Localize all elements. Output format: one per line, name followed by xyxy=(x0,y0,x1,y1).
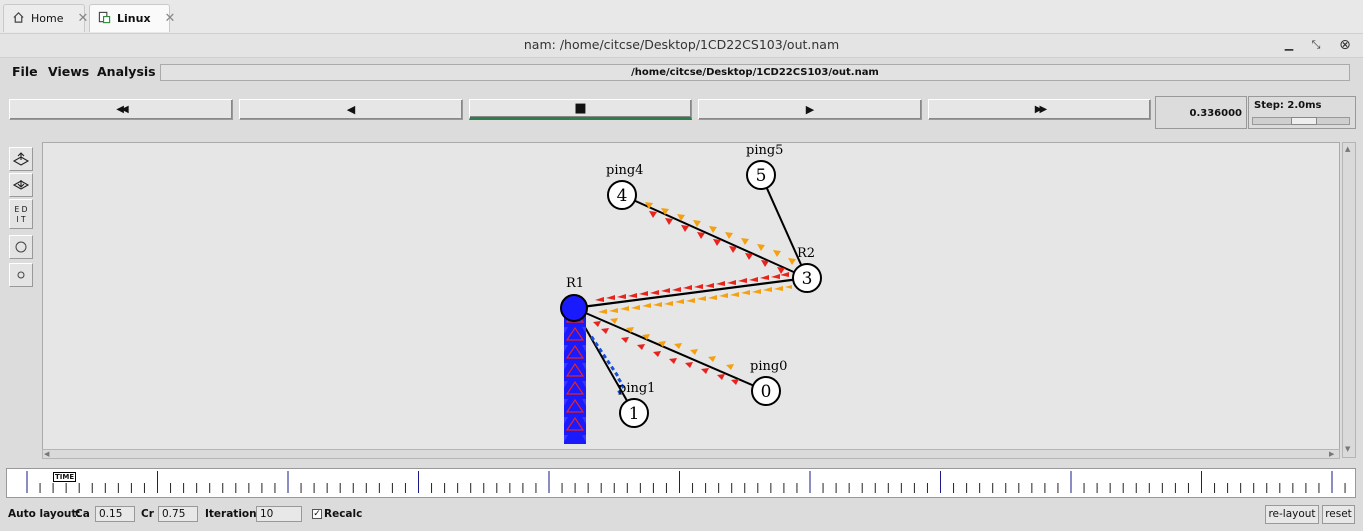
node-0[interactable]: 0 xyxy=(751,376,781,406)
label-r2: R2 xyxy=(797,246,815,261)
fast-forward-icon: ▶▶ xyxy=(1034,104,1048,115)
scroll-right-icon[interactable]: ▶ xyxy=(1329,450,1334,458)
r1-queue xyxy=(564,304,586,444)
packets-r1-ping0 xyxy=(593,318,739,385)
circle-small-icon xyxy=(17,271,25,279)
rewind-button[interactable]: ◀◀ xyxy=(9,99,233,120)
node-r1[interactable] xyxy=(560,294,588,322)
link-r1-r2 xyxy=(573,276,808,310)
packets-r1-r2-orange xyxy=(598,285,792,314)
cr-label: Cr xyxy=(141,508,154,520)
node-3-id: 3 xyxy=(802,269,813,289)
tab-bar: Home ✕ Linux ✕ xyxy=(0,0,1363,34)
zoom-in-button[interactable] xyxy=(9,147,33,171)
stop-icon: ■ xyxy=(574,101,587,116)
edit-label: E D I T xyxy=(14,205,28,224)
recalc-checkbox[interactable]: ✓ xyxy=(312,509,322,519)
home-icon xyxy=(12,11,25,27)
link-tool-button[interactable] xyxy=(9,263,33,287)
tab-home[interactable]: Home ✕ xyxy=(3,4,88,32)
step-slider-thumb[interactable] xyxy=(1291,117,1317,125)
window-title: nam: /home/citcse/Desktop/1CD22CS103/out… xyxy=(523,37,840,52)
close-icon[interactable]: ✕ xyxy=(77,11,88,26)
packets-r1-r2-red xyxy=(595,272,789,302)
playback-controls: ◀◀ ◀ ■ ▶ ▶▶ 0.336000 Step: 2.0ms xyxy=(0,92,1363,134)
step-control: Step: 2.0ms xyxy=(1248,96,1356,129)
menu-file[interactable]: File xyxy=(12,64,38,79)
tab-home-label: Home xyxy=(31,12,64,25)
zoom-in-icon xyxy=(12,152,30,166)
relayout-button[interactable]: re-layout xyxy=(1265,505,1319,524)
step-slider[interactable] xyxy=(1252,117,1350,125)
label-ping5: ping5 xyxy=(746,143,783,158)
node-5[interactable]: 5 xyxy=(746,160,776,190)
iterations-input[interactable]: 10 xyxy=(256,506,302,522)
label-ping0: ping0 xyxy=(750,359,787,374)
reset-button[interactable]: reset xyxy=(1322,505,1355,524)
close-icon[interactable]: ✕ xyxy=(165,11,176,26)
link-r1-ping0 xyxy=(573,307,767,392)
auto-layout-label: Auto layout: xyxy=(8,508,81,520)
scroll-left-icon[interactable]: ◀ xyxy=(44,450,49,458)
timeline-ticks xyxy=(26,471,1346,493)
circle-large-icon xyxy=(15,241,27,253)
tab-linux-label: Linux xyxy=(117,12,151,25)
cr-input[interactable]: 0.75 xyxy=(158,506,198,522)
edit-button[interactable]: E D I T xyxy=(9,199,33,229)
menu-analysis[interactable]: Analysis xyxy=(97,64,156,79)
tab-linux[interactable]: Linux ✕ xyxy=(89,4,175,32)
node-1-id: 1 xyxy=(629,404,640,424)
label-ping4: ping4 xyxy=(606,163,643,178)
node-1[interactable]: 1 xyxy=(619,398,649,428)
network-graph: 3 4 5 0 1 R1 R2 ping4 ping5 ping0 ping1 xyxy=(560,143,822,444)
label-ping1: ping1 xyxy=(618,381,655,396)
scroll-up-icon[interactable]: ▲ xyxy=(1345,145,1350,153)
scroll-down-icon[interactable]: ▼ xyxy=(1345,445,1350,453)
recalc-label: Recalc xyxy=(324,508,363,520)
zoom-out-icon xyxy=(12,180,30,190)
node-0-id: 0 xyxy=(761,382,772,402)
minimize-icon[interactable]: ▁ xyxy=(1278,34,1300,58)
stop-button[interactable]: ■ xyxy=(469,99,692,120)
time-marker: TIME xyxy=(53,472,77,482)
label-r1: R1 xyxy=(566,276,584,291)
ca-input[interactable]: 0.15 xyxy=(95,506,135,522)
tool-sidebar: E D I T xyxy=(7,143,35,453)
current-time-display: 0.336000 xyxy=(1155,96,1247,129)
file-path-display: /home/citcse/Desktop/1CD22CS103/out.nam xyxy=(160,64,1350,81)
restore-icon[interactable]: ⤡ xyxy=(1305,34,1327,58)
back-icon: ◀ xyxy=(346,103,356,116)
close-window-icon[interactable]: ⊗ xyxy=(1334,34,1356,58)
node-4[interactable]: 4 xyxy=(607,180,637,210)
auto-layout-bar: Auto layout: Ca 0.15 Cr 0.75 Iterations … xyxy=(0,502,1363,528)
ca-label: Ca xyxy=(75,508,90,520)
timeline-ruler[interactable]: TIME xyxy=(6,468,1356,498)
step-label: Step: 2.0ms xyxy=(1254,100,1322,111)
zoom-out-button[interactable] xyxy=(9,173,33,197)
node-3[interactable]: 3 xyxy=(792,263,822,293)
fast-forward-button[interactable]: ▶▶ xyxy=(928,99,1151,120)
node-5-id: 5 xyxy=(756,166,767,186)
play-button[interactable]: ▶ xyxy=(698,99,922,120)
node-4-id: 4 xyxy=(617,186,628,206)
play-icon: ▶ xyxy=(805,103,815,116)
vm-icon xyxy=(98,11,111,27)
window-titlebar: nam: /home/citcse/Desktop/1CD22CS103/out… xyxy=(0,34,1363,58)
network-canvas[interactable]: 3 4 5 0 1 R1 R2 ping4 ping5 ping0 ping1 xyxy=(42,142,1340,450)
rewind-icon: ◀◀ xyxy=(116,104,129,115)
step-back-button[interactable]: ◀ xyxy=(239,99,463,120)
node-tool-button[interactable] xyxy=(9,235,33,259)
menu-views[interactable]: Views xyxy=(48,64,89,79)
vertical-scrollbar[interactable]: ▲ ▼ xyxy=(1342,142,1356,458)
iterations-label: Iterations xyxy=(205,508,263,520)
horizontal-scrollbar[interactable]: ◀ ▶ xyxy=(42,449,1340,459)
